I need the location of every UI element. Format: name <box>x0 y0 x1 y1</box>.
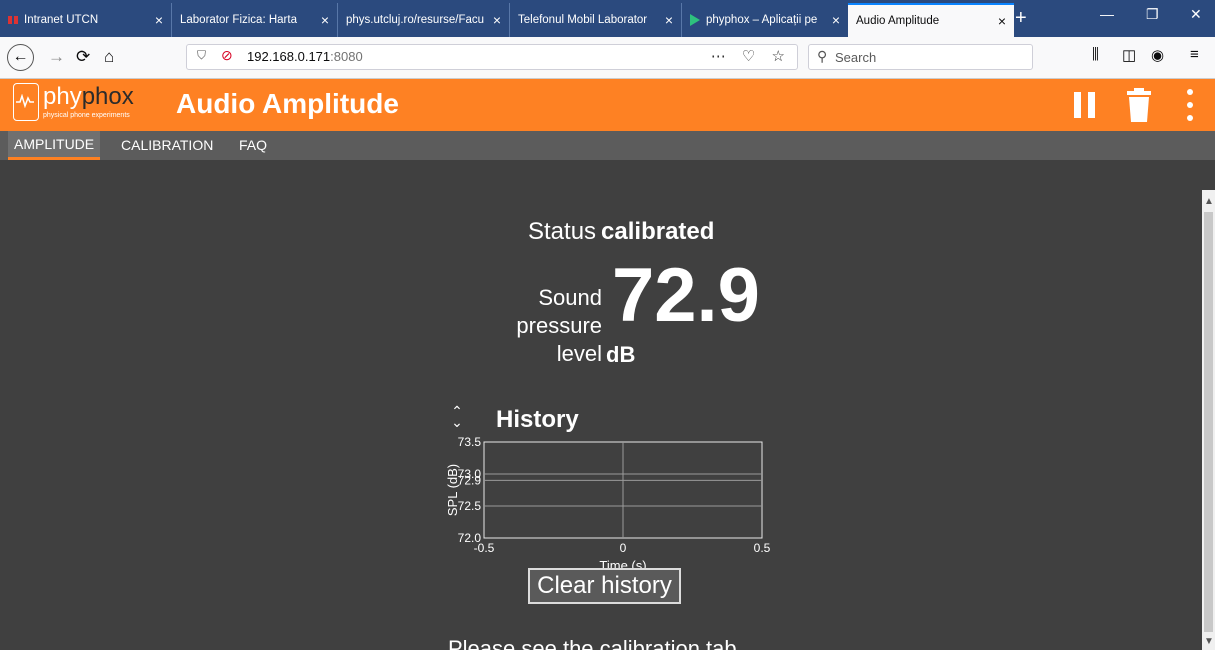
y-tick-label: 72.5 <box>458 499 482 513</box>
spl-label: Sound pressure level <box>516 284 602 368</box>
scroll-up-icon[interactable]: ▲ <box>1204 196 1214 207</box>
url-host: 192.168.0.171 <box>247 49 331 64</box>
tab-close-icon[interactable]: × <box>998 13 1006 29</box>
play-store-icon <box>690 14 700 26</box>
kebab-dot-icon <box>1187 115 1193 121</box>
brand-name: phyphox <box>43 84 134 110</box>
calibration-note: Please see the calibration tab <box>448 636 737 650</box>
kebab-dot-icon <box>1187 102 1193 108</box>
experiment-view-tabs: AMPLITUDE CALIBRATION FAQ <box>0 131 1215 160</box>
tab-close-icon[interactable]: × <box>321 12 329 28</box>
pause-icon <box>1088 92 1095 118</box>
x-tick-label: 0.5 <box>754 541 771 555</box>
status-row: Status calibrated <box>528 218 714 246</box>
y-tick-label: 73.5 <box>458 435 482 449</box>
pause-icon <box>1074 92 1081 118</box>
status-label: Status <box>528 218 597 245</box>
url-text: 192.168.0.171:8080 <box>247 49 363 64</box>
spl-label-line: Sound <box>538 285 602 310</box>
tab-close-icon[interactable]: × <box>493 12 501 28</box>
forward-button[interactable]: → <box>48 45 65 69</box>
spl-label-line: pressure <box>516 313 602 338</box>
delete-data-button[interactable] <box>1125 88 1153 122</box>
window-close-button[interactable]: ✕ <box>1190 6 1202 23</box>
utcn-favicon-icon <box>8 15 18 25</box>
back-button[interactable]: ← <box>7 44 34 71</box>
app-header: phyphox physical phone experiments Audio… <box>0 79 1215 131</box>
experiment-title: Audio Amplitude <box>176 88 399 119</box>
reload-button[interactable]: ⟳ <box>76 45 90 69</box>
tab-amplitude[interactable]: AMPLITUDE <box>8 131 101 160</box>
browser-tab-laborator[interactable]: Laborator Fizica: Harta × <box>172 3 338 37</box>
experiment-content: Status calibrated Sound pressure level 72… <box>0 160 1202 650</box>
tracking-shield-icon[interactable]: ⛉ <box>197 48 206 63</box>
restore-button[interactable]: ❐ <box>1146 6 1159 23</box>
url-port: :8080 <box>330 49 363 64</box>
page-actions[interactable]: ⋯ ♡ ☆ <box>711 47 791 65</box>
tab-title: Telefonul Mobil Laborator <box>518 14 648 26</box>
home-button[interactable]: ⌂ <box>104 45 114 69</box>
tab-calibration[interactable]: CALIBRATION <box>115 131 219 160</box>
expand-collapse-icon[interactable]: ⌃ ⌄ <box>446 404 468 429</box>
tab-close-icon[interactable]: × <box>665 12 673 28</box>
y-tick-label: 73.0 <box>458 467 482 481</box>
browser-tab-audio-amplitude[interactable]: Audio Amplitude × <box>848 3 1014 37</box>
y-axis-label: SPL (dB) <box>445 464 460 516</box>
tab-close-icon[interactable]: × <box>832 12 840 28</box>
brand-part-phox: phox <box>81 83 134 110</box>
scrollbar-thumb[interactable] <box>1204 212 1213 632</box>
kebab-dot-icon <box>1187 89 1193 95</box>
tab-title: phyphox – Aplicații pe <box>706 14 818 26</box>
search-bar[interactable]: ⚲ <box>808 44 1033 70</box>
x-tick-label: 0 <box>620 541 627 555</box>
trash-icon <box>1127 88 1151 122</box>
more-options-button[interactable] <box>1184 89 1196 121</box>
minimize-button[interactable]: — <box>1100 6 1114 22</box>
insecure-connection-icon[interactable]: ⊘ <box>221 47 233 64</box>
status-value: calibrated <box>601 218 715 245</box>
tab-faq[interactable]: FAQ <box>233 131 273 160</box>
tab-close-icon[interactable]: × <box>155 12 163 28</box>
browser-tab-strip: Intranet UTCN × Laborator Fizica: Harta … <box>0 0 1215 37</box>
spl-value-block: Sound pressure level 72.9 dB <box>498 254 798 374</box>
browser-tab-telefonul[interactable]: Telefonul Mobil Laborator × <box>510 3 682 37</box>
spl-label-line: level <box>556 341 602 366</box>
account-icon[interactable]: ◉ <box>1151 46 1164 64</box>
navigation-toolbar: ← → ⟳ ⌂ ⛉ ⊘ 192.168.0.171:8080 ⋯ ♡ ☆ ⚲ ⫼… <box>0 37 1215 79</box>
pause-button[interactable] <box>1074 92 1096 118</box>
library-icon[interactable]: ⫼ <box>1092 46 1099 63</box>
spl-value: 72.9 <box>612 253 760 338</box>
url-bar[interactable]: ⛉ ⊘ 192.168.0.171:8080 ⋯ ♡ ☆ <box>186 44 798 70</box>
x-tick-label: -0.5 <box>474 541 495 555</box>
browser-tab-intranet[interactable]: Intranet UTCN × <box>0 3 172 37</box>
new-tab-button[interactable]: + <box>1015 4 1027 32</box>
sidebar-icon[interactable]: ◫ <box>1122 46 1136 64</box>
tab-title: Intranet UTCN <box>24 14 99 26</box>
tab-title: Audio Amplitude <box>856 15 940 27</box>
menu-icon[interactable]: ≡ <box>1190 46 1199 63</box>
search-icon: ⚲ <box>817 48 828 64</box>
browser-tab-phys-resurse[interactable]: phys.utcluj.ro/resurse/Facu × <box>338 3 510 37</box>
scroll-down-icon[interactable]: ▼ <box>1204 636 1214 647</box>
brand-tagline: physical phone experiments <box>43 112 130 119</box>
tab-title: Laborator Fizica: Harta <box>180 14 297 26</box>
history-graph[interactable]: 72.072.572.973.073.5-0.5 0 0.5Time (s)SPL … <box>440 430 780 572</box>
spl-unit: dB <box>606 342 636 367</box>
phyphox-logo-icon <box>13 83 39 121</box>
tab-title: phys.utcluj.ro/resurse/Facu <box>346 14 485 26</box>
search-input[interactable] <box>835 48 1025 66</box>
brand-part-phy: phy <box>43 83 82 110</box>
clear-history-button[interactable]: Clear history <box>528 568 681 604</box>
browser-tab-phyphox-store[interactable]: phyphox – Aplicații pe × <box>682 3 848 37</box>
